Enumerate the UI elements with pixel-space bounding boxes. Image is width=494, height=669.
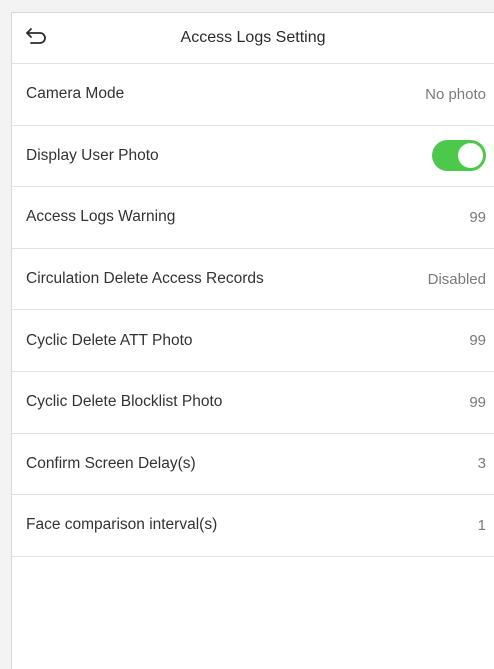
setting-label: Access Logs Warning <box>26 208 176 226</box>
setting-access-logs-warning[interactable]: Access Logs Warning 99 <box>12 187 494 249</box>
setting-camera-mode[interactable]: Camera Mode No photo <box>12 64 494 126</box>
setting-display-user-photo[interactable]: Display User Photo <box>12 126 494 188</box>
setting-face-comparison-interval[interactable]: Face comparison interval(s) 1 <box>12 495 494 557</box>
setting-label: Cyclic Delete Blocklist Photo <box>26 393 223 411</box>
setting-value: 3 <box>477 455 486 473</box>
setting-confirm-screen-delay[interactable]: Confirm Screen Delay(s) 3 <box>12 434 494 496</box>
setting-label: Circulation Delete Access Records <box>26 270 264 288</box>
setting-label: Camera Mode <box>26 85 125 103</box>
page-title: Access Logs Setting <box>180 29 326 46</box>
setting-value: 99 <box>469 208 486 226</box>
display-user-photo-toggle[interactable] <box>432 140 486 172</box>
settings-list: Camera Mode No photo Display User Photo … <box>12 64 494 557</box>
setting-label: Confirm Screen Delay(s) <box>26 454 196 472</box>
back-arrow-icon <box>25 27 47 50</box>
setting-circulation-delete-access-records[interactable]: Circulation Delete Access Records Disabl… <box>12 249 494 311</box>
setting-label: Face comparison interval(s) <box>26 516 218 534</box>
setting-cyclic-delete-blocklist-photo[interactable]: Cyclic Delete Blocklist Photo 99 <box>12 372 494 434</box>
back-button[interactable] <box>21 23 51 53</box>
header-bar: Access Logs Setting <box>12 13 494 64</box>
toggle-knob <box>458 143 483 169</box>
setting-value: Disabled <box>427 270 486 288</box>
setting-value: 99 <box>469 332 486 350</box>
device-screen: Access Logs Setting Camera Mode No photo… <box>11 12 494 669</box>
setting-cyclic-delete-att-photo[interactable]: Cyclic Delete ATT Photo 99 <box>12 310 494 372</box>
setting-value: No photo <box>425 85 486 103</box>
setting-value: 1 <box>477 516 486 534</box>
setting-value: 99 <box>469 393 486 411</box>
setting-label: Display User Photo <box>26 146 159 164</box>
setting-label: Cyclic Delete ATT Photo <box>26 331 193 349</box>
